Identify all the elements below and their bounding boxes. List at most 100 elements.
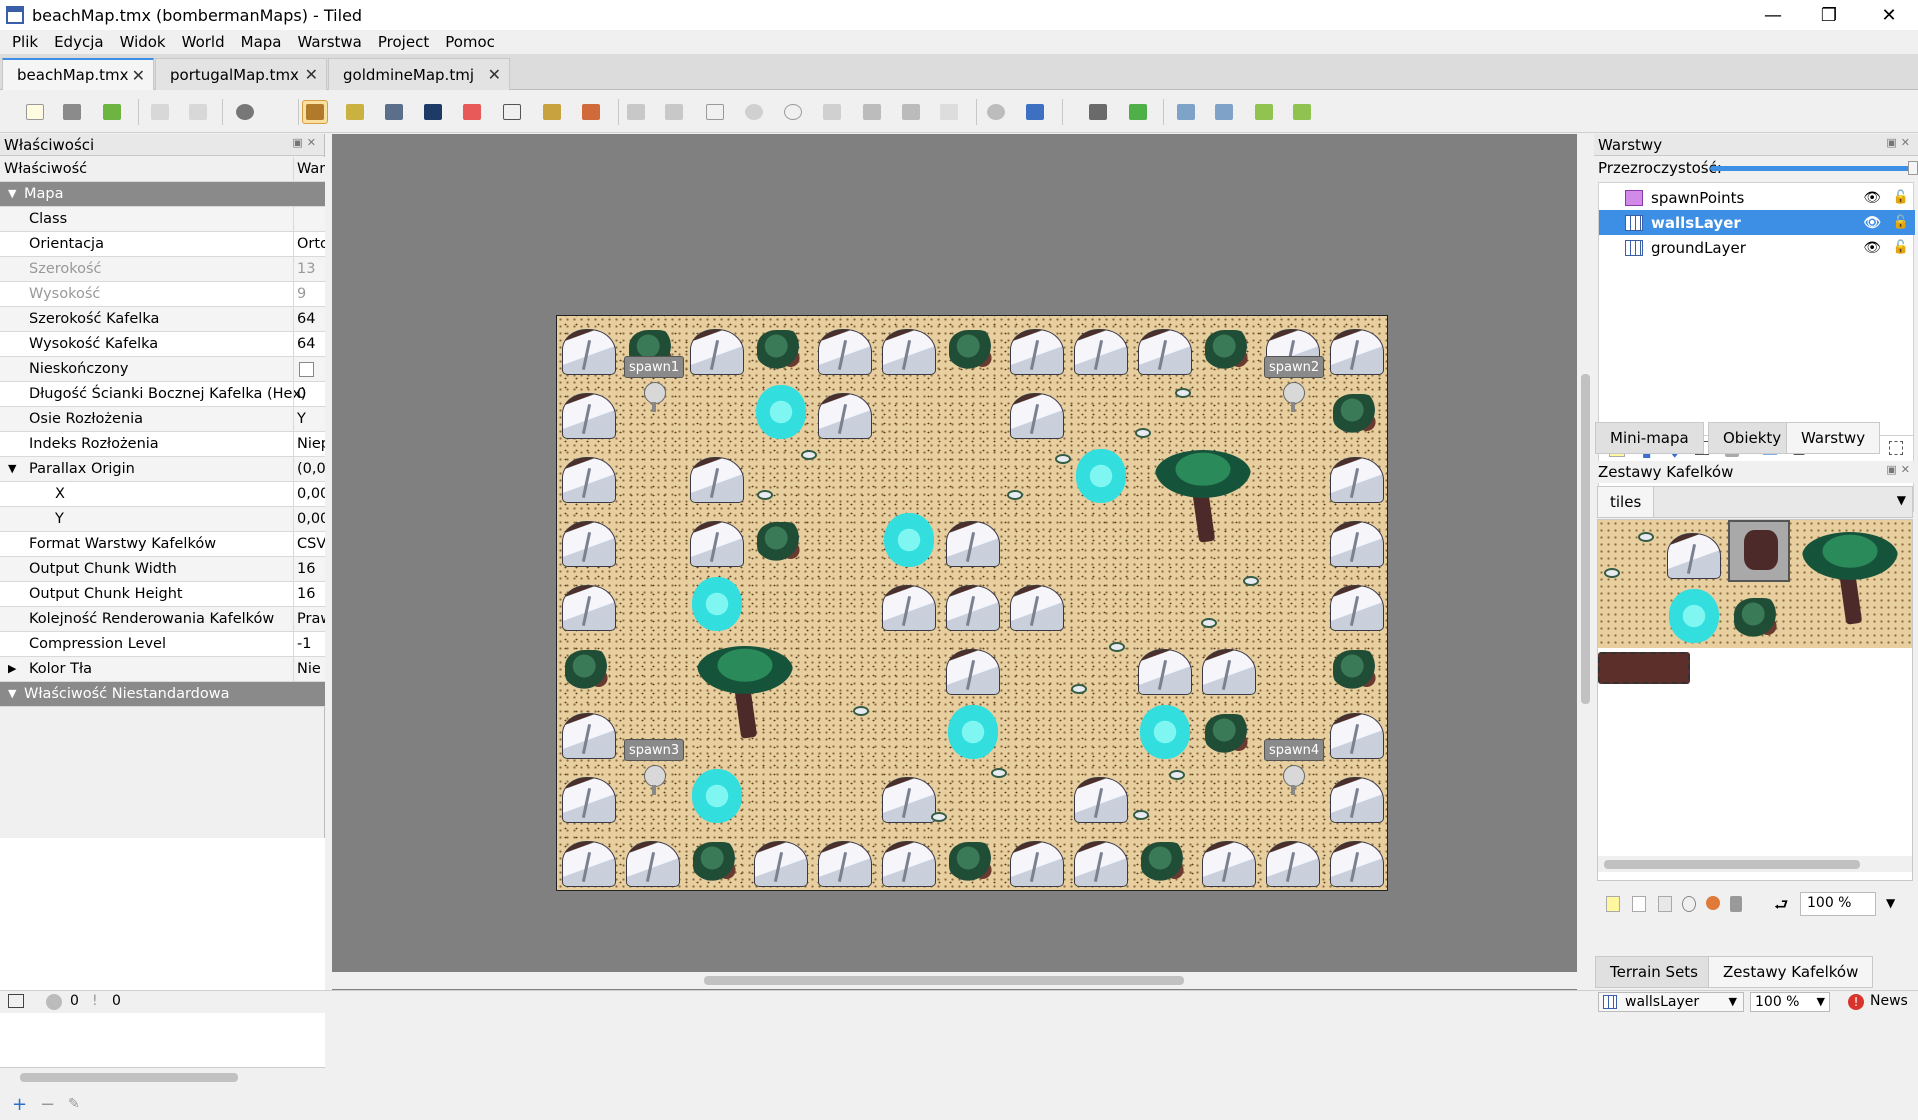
menu-widok[interactable]: Widok	[112, 33, 174, 51]
property-value[interactable]: -1	[297, 636, 325, 652]
select-objects-button[interactable]	[623, 100, 649, 124]
property-value[interactable]: CSV	[297, 536, 325, 552]
layer-select[interactable]: wallsLayer ▼	[1598, 992, 1744, 1012]
tab-mini-mapa[interactable]: Mini-mapa	[1595, 422, 1704, 454]
warning-icon[interactable]: !	[92, 993, 98, 1009]
collapse-icon[interactable]: ▼	[8, 187, 16, 200]
remove-property-icon[interactable]: −	[40, 1094, 55, 1115]
property-row[interactable]: Orientacja Orto	[0, 232, 325, 257]
property-row[interactable]: Długość Ścianki Bocznej Kafelka (Hex) 0	[0, 382, 325, 407]
console-icon[interactable]	[8, 994, 24, 1008]
property-value[interactable]: 16	[297, 586, 325, 602]
dock-buttons[interactable]: ▣✕	[292, 136, 320, 149]
rotate-left-button[interactable]	[1251, 100, 1277, 124]
close-tab-icon[interactable]: ✕	[132, 66, 145, 85]
spawn-label[interactable]: spawn3	[624, 739, 685, 761]
tileset-menu-chevron-icon[interactable]: ▼	[1897, 493, 1906, 507]
lock-icon[interactable]: 🔓	[1893, 215, 1909, 230]
insert-template-button[interactable]	[898, 100, 924, 124]
export-tileset-icon[interactable]	[1658, 896, 1672, 912]
close-button[interactable]: ✕	[1860, 0, 1918, 30]
property-group-mapa[interactable]: ▼ Mapa	[0, 182, 325, 207]
property-value[interactable]: 64	[297, 311, 325, 327]
layer-item-spawnpoints[interactable]: spawnPoints 👁 🔓	[1599, 185, 1915, 210]
wang-fill-button[interactable]	[1125, 100, 1151, 124]
property-row[interactable]: Nieskończony	[0, 357, 325, 382]
terrain-brush-button[interactable]	[342, 100, 368, 124]
property-row[interactable]: Kolejność Renderowania Kafelków Praw	[0, 607, 325, 632]
insert-point-button[interactable]	[741, 100, 767, 124]
water-tile[interactable]	[1669, 589, 1719, 643]
dock-buttons[interactable]: ▣✕	[1886, 136, 1914, 149]
dock-buttons[interactable]: ▣✕	[1886, 463, 1914, 476]
save-button[interactable]	[99, 100, 125, 124]
property-value[interactable]: 0,00	[297, 486, 325, 502]
layer-options-icon[interactable]	[1889, 441, 1903, 455]
property-value[interactable]: Orto	[297, 236, 325, 252]
edit-polygons-button[interactable]	[661, 100, 687, 124]
property-row[interactable]: Szerokość Kafelka 64	[0, 307, 325, 332]
menu-project[interactable]: Project	[370, 33, 437, 51]
property-value[interactable]: Praw	[297, 611, 325, 627]
property-row[interactable]: Wysokość Kafelka 64	[0, 332, 325, 357]
redo-button[interactable]	[185, 100, 211, 124]
property-value[interactable]: (0,00	[297, 461, 325, 477]
minimize-button[interactable]: —	[1744, 0, 1802, 30]
scrollbar-thumb[interactable]	[1604, 860, 1860, 869]
spawn-label[interactable]: spawn2	[1264, 356, 1325, 378]
new-map-button[interactable]	[22, 100, 48, 124]
tab-portugalmap[interactable]: portugalMap.tmx ✕	[155, 58, 327, 90]
insert-polygon-button[interactable]	[819, 100, 845, 124]
property-value[interactable]: 16	[297, 561, 325, 577]
spawn-label[interactable]: spawn4	[1264, 739, 1325, 761]
add-property-icon[interactable]: +	[12, 1094, 27, 1115]
menu-plik[interactable]: Plik	[4, 33, 46, 51]
canvas-vertical-scrollbar[interactable]	[1577, 134, 1594, 972]
palm-tree-tile[interactable]	[1794, 526, 1904, 636]
edit-tileset-icon[interactable]	[1682, 896, 1696, 912]
tab-beachmap[interactable]: beachMap.tmx ✕	[2, 58, 154, 90]
property-value[interactable]: 64	[297, 336, 325, 352]
spawn-point-icon[interactable]	[643, 382, 666, 412]
stamp-brush-button[interactable]	[302, 100, 328, 124]
pebble-tile[interactable]	[1604, 568, 1620, 578]
properties-horizontal-scrollbar[interactable]	[0, 1069, 325, 1085]
select-same-tile-button[interactable]	[578, 100, 604, 124]
tab-obiekty[interactable]: Obiekty	[1708, 422, 1797, 454]
tileset-view[interactable]	[1597, 519, 1913, 881]
expand-icon[interactable]: ▶	[8, 662, 16, 675]
spawn-point-icon[interactable]	[1282, 765, 1305, 795]
pebble-tile[interactable]	[1638, 532, 1654, 542]
flip-vertical-button[interactable]	[1211, 100, 1237, 124]
tab-zestawy-kafelkow[interactable]: Zestawy Kafelków	[1708, 956, 1874, 988]
close-tab-icon[interactable]: ✕	[305, 65, 318, 84]
tileset-zoom-select[interactable]: 100 %	[1800, 892, 1876, 916]
embed-tileset-icon[interactable]	[1632, 896, 1646, 912]
tab-goldminemap[interactable]: goldmineMap.tmj ✕	[328, 58, 510, 90]
rect-select-button[interactable]	[499, 100, 525, 124]
property-row[interactable]: Output Chunk Width 16	[0, 557, 325, 582]
property-row[interactable]: Class	[0, 207, 325, 232]
property-group-custom[interactable]: ▼ Właściwość Niestandardowa	[0, 682, 325, 707]
maximize-button[interactable]: ❐	[1800, 0, 1858, 30]
flip-horizontal-button[interactable]	[1173, 100, 1199, 124]
opacity-slider[interactable]	[1710, 161, 1918, 175]
move-tool-button[interactable]	[1022, 100, 1048, 124]
scrollbar-thumb[interactable]	[1581, 374, 1590, 704]
tileset-tab-tiles[interactable]: tiles	[1598, 487, 1654, 517]
random-mode-button[interactable]	[1085, 100, 1111, 124]
property-row[interactable]: Y 0,00	[0, 507, 325, 532]
collapse-icon[interactable]: ▼	[8, 462, 16, 475]
tree-stump-tile[interactable]	[1728, 520, 1790, 582]
wang-brush-button[interactable]	[381, 100, 407, 124]
property-row[interactable]: Output Chunk Height 16	[0, 582, 325, 607]
magic-wand-button[interactable]	[539, 100, 565, 124]
collapse-icon[interactable]: ▼	[8, 687, 16, 700]
visibility-eye-icon[interactable]: 👁	[1863, 190, 1881, 206]
spawn-label[interactable]: spawn1	[624, 356, 685, 378]
visibility-eye-icon[interactable]: 👁	[1863, 215, 1881, 231]
close-tab-icon[interactable]: ✕	[488, 65, 501, 84]
property-value[interactable]: 0	[297, 386, 325, 402]
infinite-checkbox[interactable]	[299, 362, 314, 377]
tab-warstwy[interactable]: Warstwy	[1786, 422, 1881, 454]
